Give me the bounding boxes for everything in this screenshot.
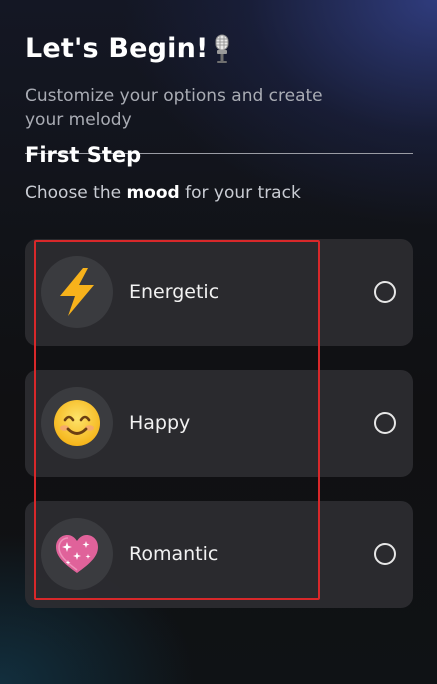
mood-option-romantic[interactable]: Romantic [25,501,413,608]
mood-label: Happy [129,412,191,434]
lightning-bolt-icon [60,268,94,316]
mood-label: Romantic [129,543,219,565]
mood-icon-circle [41,256,113,328]
mood-radio-romantic[interactable] [374,543,396,565]
mood-radio-energetic[interactable] [374,281,396,303]
mood-option-energetic[interactable]: Energetic [25,239,413,346]
page-subtitle: Customize your options and create your m… [25,86,323,130]
instruction-prefix: Choose the [25,183,127,203]
instruction-suffix: for your track [179,183,301,203]
mood-options: Energetic Happy Romantic [25,239,413,632]
step-title: First Step [25,143,142,167]
title-row: Let's Begin! [25,30,415,66]
mood-radio-happy[interactable] [374,412,396,434]
mood-label: Energetic [129,281,220,303]
mood-option-happy[interactable]: Happy [25,370,413,477]
step-instruction: Choose the mood for your track [25,183,301,203]
smiling-face-icon [54,400,100,446]
mood-icon-circle [41,518,113,590]
microphone-icon [215,34,229,63]
step-header: First Step [25,143,413,171]
sparkling-heart-icon [56,535,98,573]
page-header: Let's Begin! [25,30,415,66]
page-title: Let's Begin! [25,32,209,64]
instruction-emphasis: mood [126,183,180,203]
mood-icon-circle [41,387,113,459]
